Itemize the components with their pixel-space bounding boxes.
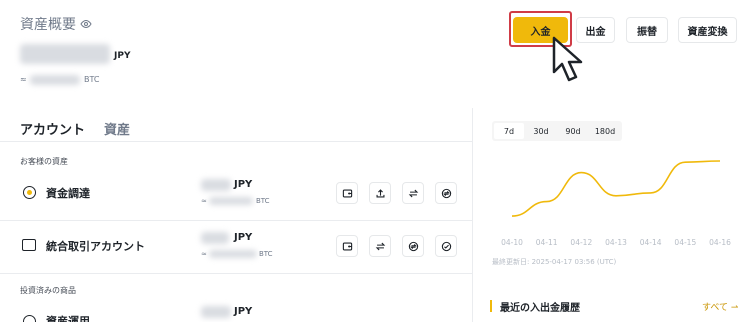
x-tick-label: 04-13 (605, 238, 627, 247)
transfer-button[interactable]: 振替 (626, 17, 668, 43)
tab-account[interactable]: アカウント (20, 119, 85, 138)
tab-assets[interactable]: 資産 (104, 119, 130, 138)
section-label-investment-products: 投資済みの商品 (20, 286, 76, 295)
btc-approx-sign: ≈ (20, 75, 27, 84)
recent-history-title: 最近の入出金履歴 (500, 303, 580, 314)
x-tick-label: 04-12 (570, 238, 592, 247)
range-tabs: 7d 30d 90d 180d (492, 121, 622, 141)
mouse-cursor-icon (552, 36, 583, 82)
upload-icon (376, 188, 384, 197)
row-name-funding[interactable]: 資金調達 (46, 185, 90, 201)
asset-line-chart: 04-10 04-11 04-12 04-13 04-14 04-15 04-16 (501, 160, 731, 247)
trade-action-button[interactable] (435, 235, 457, 257)
series-line (511, 160, 721, 217)
convert-button[interactable]: 資産変換 (678, 17, 737, 43)
x-tick-label: 04-11 (536, 238, 558, 247)
row-amount-hidden (201, 306, 231, 318)
trade-check-icon (441, 241, 451, 251)
eye-icon[interactable] (80, 18, 92, 30)
x-tick-label: 04-10 (501, 238, 523, 247)
wallet-icon (342, 189, 352, 197)
convert-action-button[interactable] (435, 182, 457, 204)
row-btc-hidden (209, 197, 253, 205)
row-amount-hidden (201, 179, 231, 191)
row-name-unified-trading[interactable]: 統合取引アカウント (46, 238, 145, 254)
swap-arrows-icon (375, 242, 385, 250)
range-tab-90d[interactable]: 90d (558, 123, 588, 139)
row-btc-currency: BTC (259, 250, 273, 258)
last-updated: 最終更新日: 2025-04-17 03:56 (UTC) (492, 258, 617, 266)
row-divider (0, 273, 472, 274)
earn-icon (23, 315, 36, 322)
tab-divider (0, 141, 472, 142)
row-currency: JPY (234, 232, 253, 243)
row-currency: JPY (234, 306, 253, 317)
recent-title-accent (490, 300, 492, 312)
convert-action-button[interactable] (402, 235, 424, 257)
wallet-action-button[interactable] (336, 182, 358, 204)
transfer-action-button[interactable] (369, 235, 391, 257)
row-btc-hidden (209, 250, 257, 258)
row-btc-approx: ≈ (201, 250, 207, 258)
convert-circle-icon (408, 241, 418, 251)
x-tick-label: 04-14 (640, 238, 662, 247)
column-divider (472, 108, 473, 322)
wallet-action-button[interactable] (336, 235, 358, 257)
wallet-icon (342, 242, 352, 250)
row-currency: JPY (234, 179, 253, 190)
convert-circle-icon (441, 188, 451, 198)
btc-currency: BTC (84, 75, 100, 84)
btc-amount-hidden (30, 75, 80, 85)
coin-icon (23, 186, 36, 199)
page-title-text: 資産概要 (20, 17, 76, 33)
x-tick-label: 04-16 (709, 238, 731, 247)
x-tick-label: 04-15 (674, 238, 696, 247)
range-tab-30d[interactable]: 30d (526, 123, 556, 139)
see-all-link[interactable]: すべて ⇀ (702, 300, 738, 313)
swap-arrows-icon (408, 189, 418, 197)
row-divider (0, 220, 472, 221)
page-title: 資産概要 (20, 14, 92, 34)
wallet-card-icon (22, 239, 36, 251)
row-btc-approx: ≈ (201, 197, 207, 205)
row-btc-currency: BTC (256, 197, 270, 205)
section-label-customer-assets: お客様の資産 (20, 157, 68, 166)
range-tab-180d[interactable]: 180d (590, 123, 620, 139)
balance-amount-hidden (20, 44, 110, 64)
balance-currency: JPY (114, 51, 131, 61)
transfer-action-button[interactable] (402, 182, 424, 204)
row-amount-hidden (201, 232, 229, 244)
range-tab-7d[interactable]: 7d (494, 123, 524, 139)
upload-action-button[interactable] (369, 182, 391, 204)
row-name-earn[interactable]: 資産運用 (46, 313, 90, 322)
